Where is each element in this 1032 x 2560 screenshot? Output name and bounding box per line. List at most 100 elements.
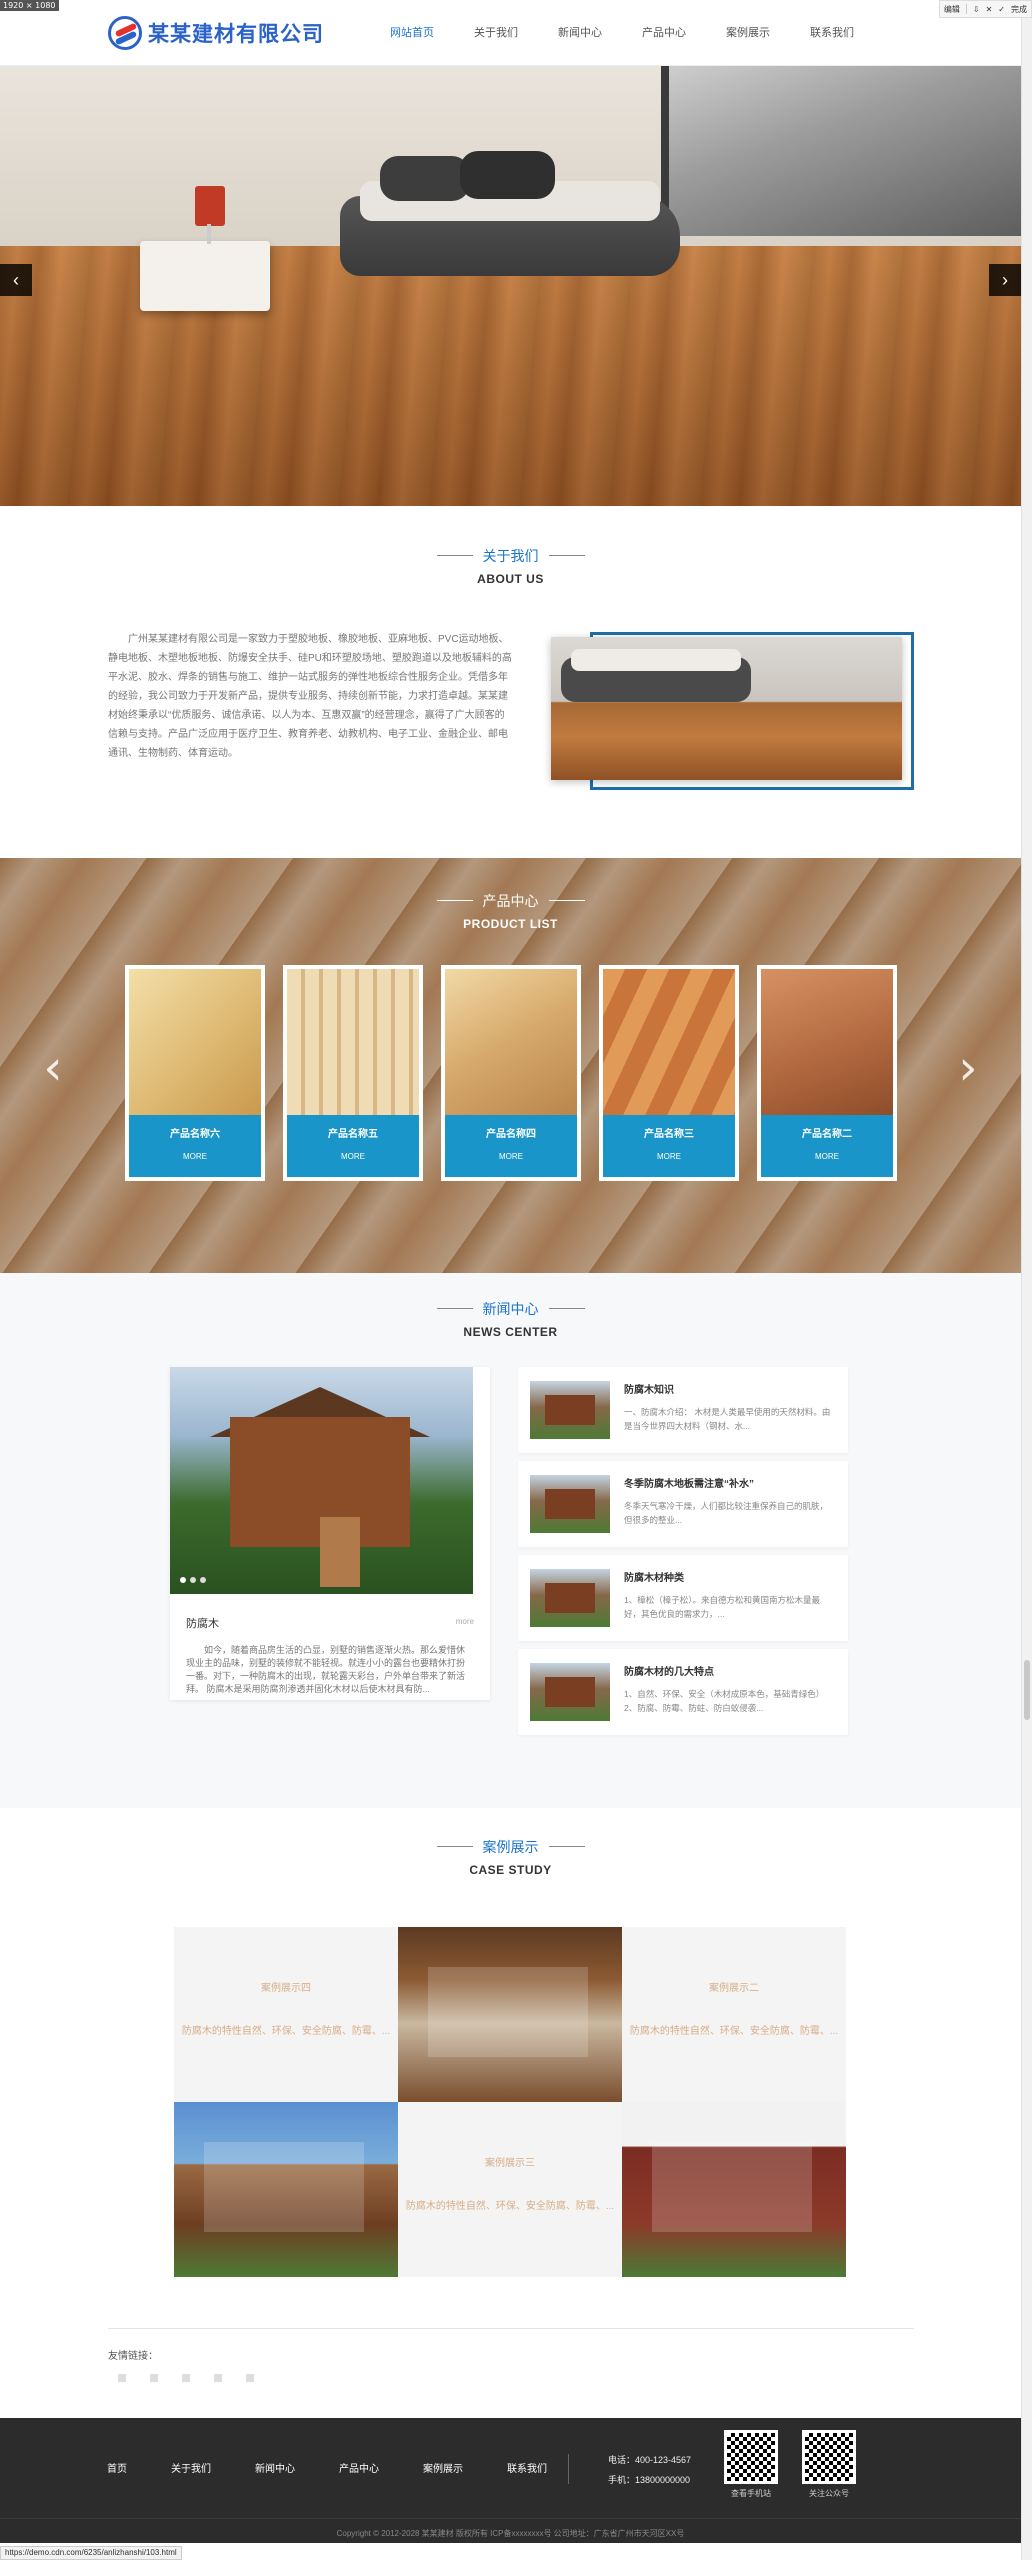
news-feature-title[interactable]: 防腐木 — [186, 1615, 219, 1631]
done-button[interactable]: 完成 — [1011, 4, 1027, 15]
product-caption: 产品名称四 MORE — [445, 1115, 577, 1177]
scroll-thumb[interactable] — [1024, 1660, 1030, 1720]
link-placeholder[interactable] — [118, 2374, 126, 2382]
product-more[interactable]: MORE — [287, 1152, 419, 1161]
product-card[interactable]: 产品名称三 MORE — [599, 965, 739, 1181]
link-placeholder[interactable] — [182, 2374, 190, 2382]
check-icon[interactable]: ✓ — [998, 5, 1005, 14]
footer-copy-divider — [0, 2518, 1021, 2519]
nav-about[interactable]: 关于我们 — [454, 0, 538, 66]
product-image — [129, 969, 261, 1115]
news-item[interactable]: 防腐木材的几大特点 1、自然、环保、安全（木材成原本色，基础青绿色）2、防腐、防… — [518, 1649, 848, 1735]
product-card[interactable]: 产品名称五 MORE — [283, 965, 423, 1181]
products-title-cn: 产品中心 — [437, 891, 585, 911]
vertical-scrollbar[interactable] — [1021, 0, 1032, 2560]
footer-qr-mobile: 查看手机站 — [724, 2430, 778, 2499]
footer-nav: 首页 关于我们 新闻中心 产品中心 案例展示 联系我们 — [107, 2460, 591, 2475]
news-feature-more[interactable]: more — [456, 1617, 474, 1626]
footer-qr2-label: 关注公众号 — [809, 2489, 849, 2498]
products-prev-arrow[interactable]: ‹ — [38, 1038, 68, 1098]
case-image[interactable] — [398, 1927, 622, 2102]
slider-dots[interactable] — [180, 1577, 206, 1583]
product-more[interactable]: MORE — [761, 1152, 893, 1161]
product-more[interactable]: MORE — [445, 1152, 577, 1161]
news-item-desc: 1、樟松（樟子松）。来自德方松和黄国南方松木量最好，其色优良的需求力，... — [624, 1595, 820, 1619]
footer-copyright: Copyright © 2012-2028 某某建材 版权所有 ICP备xxxx… — [336, 2529, 685, 2538]
download-icon[interactable]: ⇩ — [973, 5, 980, 14]
product-name: 产品名称四 — [486, 1129, 536, 1140]
close-icon[interactable]: ✕ — [986, 5, 993, 14]
status-url: https://demo.cdn.com/6235/anlizhanshi/10… — [0, 2546, 182, 2560]
product-caption: 产品名称二 MORE — [761, 1115, 893, 1177]
case-name: 案例展示二 — [709, 1983, 759, 1994]
news-item[interactable]: 防腐木知识 一、防腐木介绍： 木材是人类最早使用的天然材料。由是当今世界四大材料… — [518, 1367, 848, 1453]
about-title-en: ABOUT US — [477, 571, 544, 586]
footer-qr-wechat: 关注公众号 — [802, 2430, 856, 2499]
footer-nav-cases[interactable]: 案例展示 — [423, 2460, 463, 2475]
news-item-title[interactable]: 防腐木材的几大特点 — [624, 1663, 714, 1678]
case-card[interactable]: 案例展示三 防腐木的特性自然、环保、安全防腐、防霉、... — [398, 2102, 622, 2277]
logo[interactable]: 某某建材有限公司 — [108, 16, 324, 50]
products-section: 产品中心 PRODUCT LIST ‹ › 产品名称六 MORE 产品名称五 M… — [0, 858, 1021, 1273]
product-image — [287, 969, 419, 1115]
product-card[interactable]: 产品名称二 MORE — [757, 965, 897, 1181]
news-item-title[interactable]: 防腐木知识 — [624, 1381, 674, 1396]
footer-nav-products[interactable]: 产品中心 — [339, 2460, 379, 2475]
about-body: 广州某某建材有限公司是一家致力于塑胶地板、橡胶地板、亚麻地板、PVC运动地板、静… — [108, 634, 512, 759]
product-caption: 产品名称三 MORE — [603, 1115, 735, 1177]
case-image[interactable] — [174, 2102, 398, 2277]
banner-nightstand — [140, 241, 270, 311]
product-list: 产品名称六 MORE 产品名称五 MORE 产品名称四 MORE 产品名称三 M… — [125, 965, 897, 1181]
case-grid: 案例展示四 防腐木的特性自然、环保、安全防腐、防霉、... 案例展示二 防腐木的… — [174, 1927, 846, 2277]
cases-title-cn: 案例展示 — [437, 1837, 585, 1857]
news-section — [0, 1273, 1021, 1808]
product-card[interactable]: 产品名称六 MORE — [125, 965, 265, 1181]
logo-text: 某某建材有限公司 — [148, 21, 324, 46]
footer-nav-home[interactable]: 首页 — [107, 2460, 127, 2475]
nav-contact[interactable]: 联系我们 — [790, 0, 874, 66]
cases-title-en: CASE STUDY — [469, 1862, 552, 1877]
edit-button[interactable]: 编辑 — [944, 4, 960, 15]
products-next-arrow[interactable]: › — [953, 1038, 983, 1098]
news-thumb — [530, 1663, 610, 1721]
editor-toolbar: 编辑 ⇩ ✕ ✓ 完成 — [938, 0, 1032, 18]
news-thumb — [530, 1475, 610, 1533]
product-card[interactable]: 产品名称四 MORE — [441, 965, 581, 1181]
case-card[interactable]: 案例展示四 防腐木的特性自然、环保、安全防腐、防霉、... — [174, 1927, 398, 2102]
news-item-title[interactable]: 冬季防腐木地板需注意“补水” — [624, 1475, 754, 1490]
product-caption: 产品名称六 MORE — [129, 1115, 261, 1177]
product-image — [603, 969, 735, 1115]
about-title: 关于我们 ABOUT US — [0, 545, 1021, 586]
news-feature[interactable]: 防腐木 more 如今，随着商品房生活的凸显，别墅的销售逐渐火热。那么爱惜休现业… — [170, 1367, 490, 1700]
nav-products[interactable]: 产品中心 — [622, 0, 706, 66]
links-list — [118, 2374, 254, 2382]
footer-nav-news[interactable]: 新闻中心 — [255, 2460, 295, 2475]
banner-prev-arrow[interactable]: ‹ — [0, 264, 32, 296]
banner-window — [661, 66, 1021, 236]
footer-divider — [568, 2454, 569, 2484]
nav-home[interactable]: 网站首页 — [370, 0, 454, 66]
news-item-desc: 一、防腐木介绍： 木材是人类最早使用的天然材料。由是当今世界四大材料（钢材、水.… — [624, 1407, 831, 1431]
news-item-desc: 1、自然、环保、安全（木材成原本色，基础青绿色）2、防腐、防霉、防蛀、防白蚁侵袭… — [624, 1689, 825, 1713]
case-card[interactable]: 案例展示二 防腐木的特性自然、环保、安全防腐、防霉、... — [622, 1927, 846, 2102]
banner-next-arrow[interactable]: › — [989, 264, 1021, 296]
product-more[interactable]: MORE — [603, 1152, 735, 1161]
link-placeholder[interactable] — [246, 2374, 254, 2382]
product-name: 产品名称三 — [644, 1129, 694, 1140]
news-item[interactable]: 冬季防腐木地板需注意“补水” 冬季天气寒冷干燥，人们都比较注重保养自己的肌肤，但… — [518, 1461, 848, 1547]
product-more[interactable]: MORE — [129, 1152, 261, 1161]
nav-cases[interactable]: 案例展示 — [706, 0, 790, 66]
nav-news[interactable]: 新闻中心 — [538, 0, 622, 66]
product-image — [761, 969, 893, 1115]
news-item-title[interactable]: 防腐木材种类 — [624, 1569, 684, 1584]
news-item[interactable]: 防腐木材种类 1、樟松（樟子松）。来自德方松和黄国南方松木量最好，其色优良的需求… — [518, 1555, 848, 1641]
footer-nav-about[interactable]: 关于我们 — [171, 2460, 211, 2475]
link-placeholder[interactable] — [214, 2374, 222, 2382]
footer-nav-contact[interactable]: 联系我们 — [507, 2460, 547, 2475]
web-page: 某某建材有限公司 网站首页 关于我们 新闻中心 产品中心 案例展示 联系我们 ‹… — [0, 0, 1021, 2560]
case-image[interactable] — [622, 2102, 846, 2277]
case-desc: 防腐木的特性自然、环保、安全防腐、防霉、... — [629, 2026, 839, 2037]
footer-mobile: 手机：13800000000 — [608, 2475, 691, 2485]
link-placeholder[interactable] — [150, 2374, 158, 2382]
product-caption: 产品名称五 MORE — [287, 1115, 419, 1177]
